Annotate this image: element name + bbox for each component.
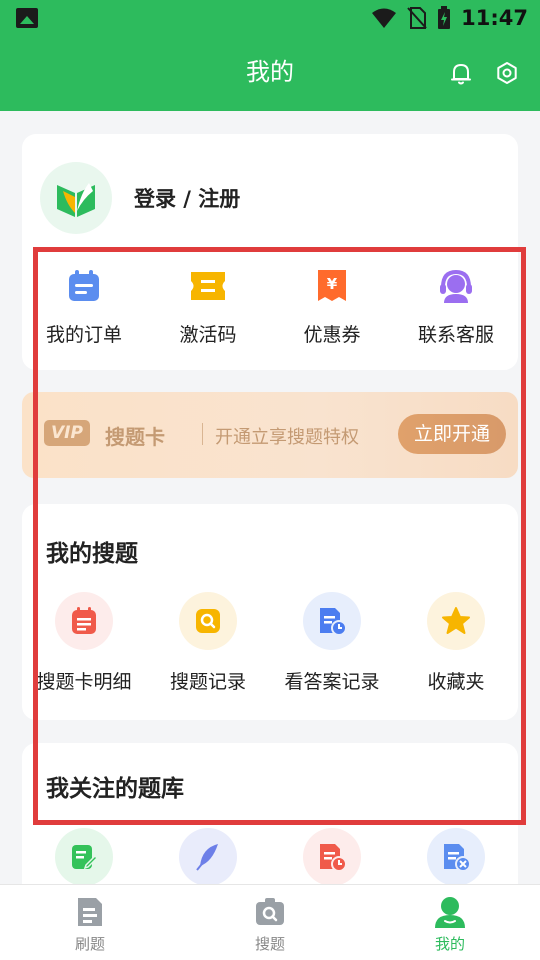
quick-action-coupons[interactable]: ¥ 优惠券: [270, 264, 394, 347]
followed-banks-grid: [22, 828, 518, 886]
grid-item-label: 看答案记录: [284, 671, 380, 693]
star-icon: [427, 592, 485, 650]
ticket-icon: [186, 264, 230, 308]
calendar-list-icon: [55, 592, 113, 650]
my-search-grid: 搜题卡明细 搜题记录 看答案记录 收藏夹: [22, 592, 518, 694]
doc-cancel-icon: [427, 828, 485, 886]
search-camera-icon: [253, 895, 287, 929]
bell-icon[interactable]: [448, 60, 474, 86]
quick-action-label: 我的订单: [45, 324, 122, 346]
search-card-details[interactable]: 搜题卡明细: [22, 592, 146, 694]
wifi-icon: [372, 8, 397, 28]
profile-card: 登录 / 注册 我的订单 激活码 ¥ 优惠券 联系客服: [22, 134, 518, 370]
grid-item-label: 搜题记录: [169, 671, 246, 693]
login-register-link[interactable]: 登录 / 注册: [134, 183, 240, 213]
quick-action-orders[interactable]: 我的订单: [22, 264, 146, 347]
status-bar: 11:47: [0, 0, 540, 36]
answer-view-history[interactable]: 看答案记录: [270, 592, 394, 694]
doc-clock-icon: [303, 828, 361, 886]
favorites[interactable]: 收藏夹: [394, 592, 518, 694]
tab-label: 刷题: [74, 935, 105, 953]
quick-actions: 我的订单 激活码 ¥ 优惠券 联系客服: [22, 264, 518, 347]
search-history[interactable]: 搜题记录: [146, 592, 270, 694]
section-title: 我的搜题: [46, 541, 138, 567]
open-vip-button[interactable]: 立即开通: [398, 414, 506, 454]
doc-clock-icon: [303, 592, 361, 650]
status-icons: 11:47: [371, 6, 528, 30]
tab-label: 我的: [434, 935, 465, 953]
person-icon: [433, 895, 467, 929]
tab-practice[interactable]: 刷题: [0, 885, 180, 960]
app-logo-icon: [57, 183, 95, 217]
svg-text:¥: ¥: [327, 275, 338, 293]
battery-charging-icon: [438, 6, 451, 29]
search-doc-icon: [179, 592, 237, 650]
grid-item-label: 搜题卡明细: [36, 671, 132, 693]
section-title: 我关注的题库: [46, 776, 184, 802]
followed-bank-item[interactable]: [270, 828, 394, 886]
quick-action-label: 联系客服: [417, 324, 494, 346]
quick-action-label: 激活码: [179, 324, 237, 346]
status-time: 11:47: [461, 6, 528, 30]
tab-label: 搜题: [254, 935, 285, 953]
followed-bank-item[interactable]: [146, 828, 270, 886]
bottom-tab-bar: 刷题 搜题 我的: [0, 884, 540, 960]
tab-mine[interactable]: 我的: [360, 885, 540, 960]
tab-search[interactable]: 搜题: [180, 885, 360, 960]
quick-action-activation-code[interactable]: 激活码: [146, 264, 270, 347]
no-sim-icon: [407, 7, 427, 29]
vip-card-name: 搜题卡: [105, 425, 165, 449]
vip-banner[interactable]: VIP 搜题卡 开通立享搜题特权 立即开通: [22, 392, 518, 478]
header-bar: 11:47 我的: [0, 0, 540, 111]
gallery-icon: [16, 8, 38, 28]
edit-note-icon: [55, 828, 113, 886]
avatar[interactable]: [40, 162, 112, 234]
followed-bank-item[interactable]: [394, 828, 518, 886]
followed-bank-item[interactable]: [22, 828, 146, 886]
settings-gear-icon[interactable]: [494, 60, 520, 86]
grid-item-label: 收藏夹: [427, 671, 485, 693]
vip-description: 开通立享搜题特权: [215, 427, 359, 448]
practice-doc-icon: [73, 895, 107, 929]
divider: [202, 423, 203, 445]
quick-action-customer-service[interactable]: 联系客服: [394, 264, 518, 347]
my-search-card: 我的搜题 搜题卡明细 搜题记录 看答案记录 收藏夹: [22, 504, 518, 720]
vip-badge: VIP: [44, 420, 90, 446]
calendar-icon: [62, 264, 106, 308]
feather-icon: [179, 828, 237, 886]
coupon-yen-icon: ¥: [310, 264, 354, 308]
quick-action-label: 优惠券: [303, 324, 361, 346]
headset-service-icon: [434, 264, 478, 308]
